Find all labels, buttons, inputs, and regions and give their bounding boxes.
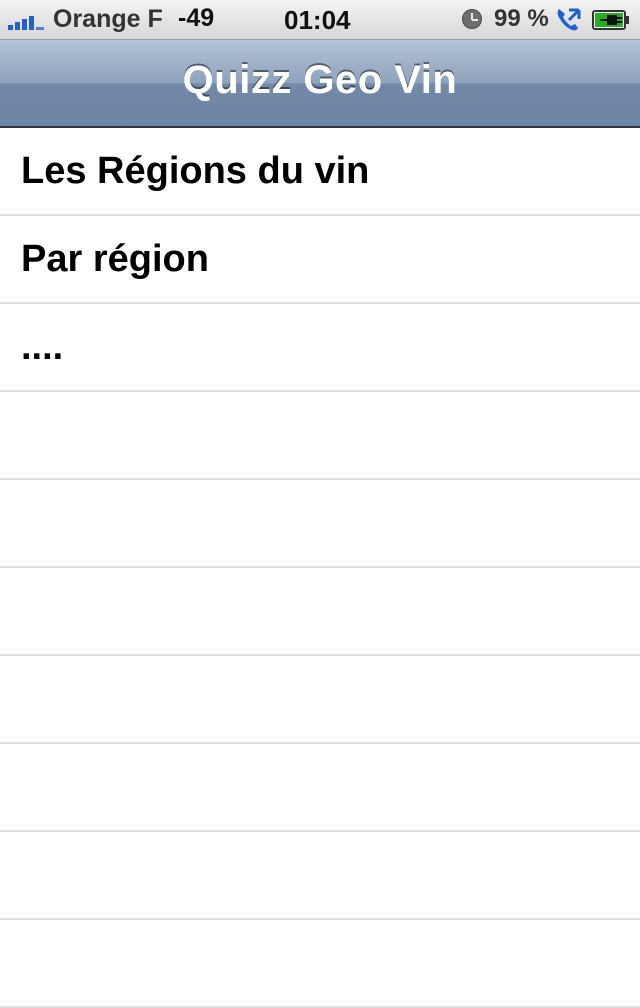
menu-item-label: .... xyxy=(21,326,64,368)
empty-row xyxy=(0,656,640,744)
menu-list: Les Régions du vin Par région .... xyxy=(0,128,640,1008)
empty-row xyxy=(0,832,640,920)
menu-item-par-region[interactable]: Par région xyxy=(0,216,640,304)
empty-row xyxy=(0,568,640,656)
battery-charging-icon xyxy=(592,10,629,30)
menu-item-label: Par région xyxy=(21,238,209,280)
battery-percentage: 99 % xyxy=(494,5,549,32)
signal-strength-value: -49 xyxy=(178,4,215,32)
menu-item-label: Les Régions du vin xyxy=(21,150,370,192)
page-title: Quizz Geo Vin xyxy=(182,58,458,102)
navigation-bar: Quizz Geo Vin xyxy=(0,40,640,128)
menu-item-regions-du-vin[interactable]: Les Régions du vin xyxy=(0,128,640,216)
status-bar: Orange F -49 01:04 99 % xyxy=(0,0,640,40)
empty-row xyxy=(0,744,640,832)
alarm-clock-icon xyxy=(462,9,482,29)
clock-time: 01:04 xyxy=(284,5,351,35)
carrier-name: Orange F xyxy=(53,5,163,33)
empty-row xyxy=(0,392,640,480)
empty-row xyxy=(0,920,640,1008)
menu-item-more[interactable]: .... xyxy=(0,304,640,392)
call-forwarding-icon xyxy=(557,8,581,31)
empty-row xyxy=(0,480,640,568)
signal-bars-icon xyxy=(8,12,48,30)
